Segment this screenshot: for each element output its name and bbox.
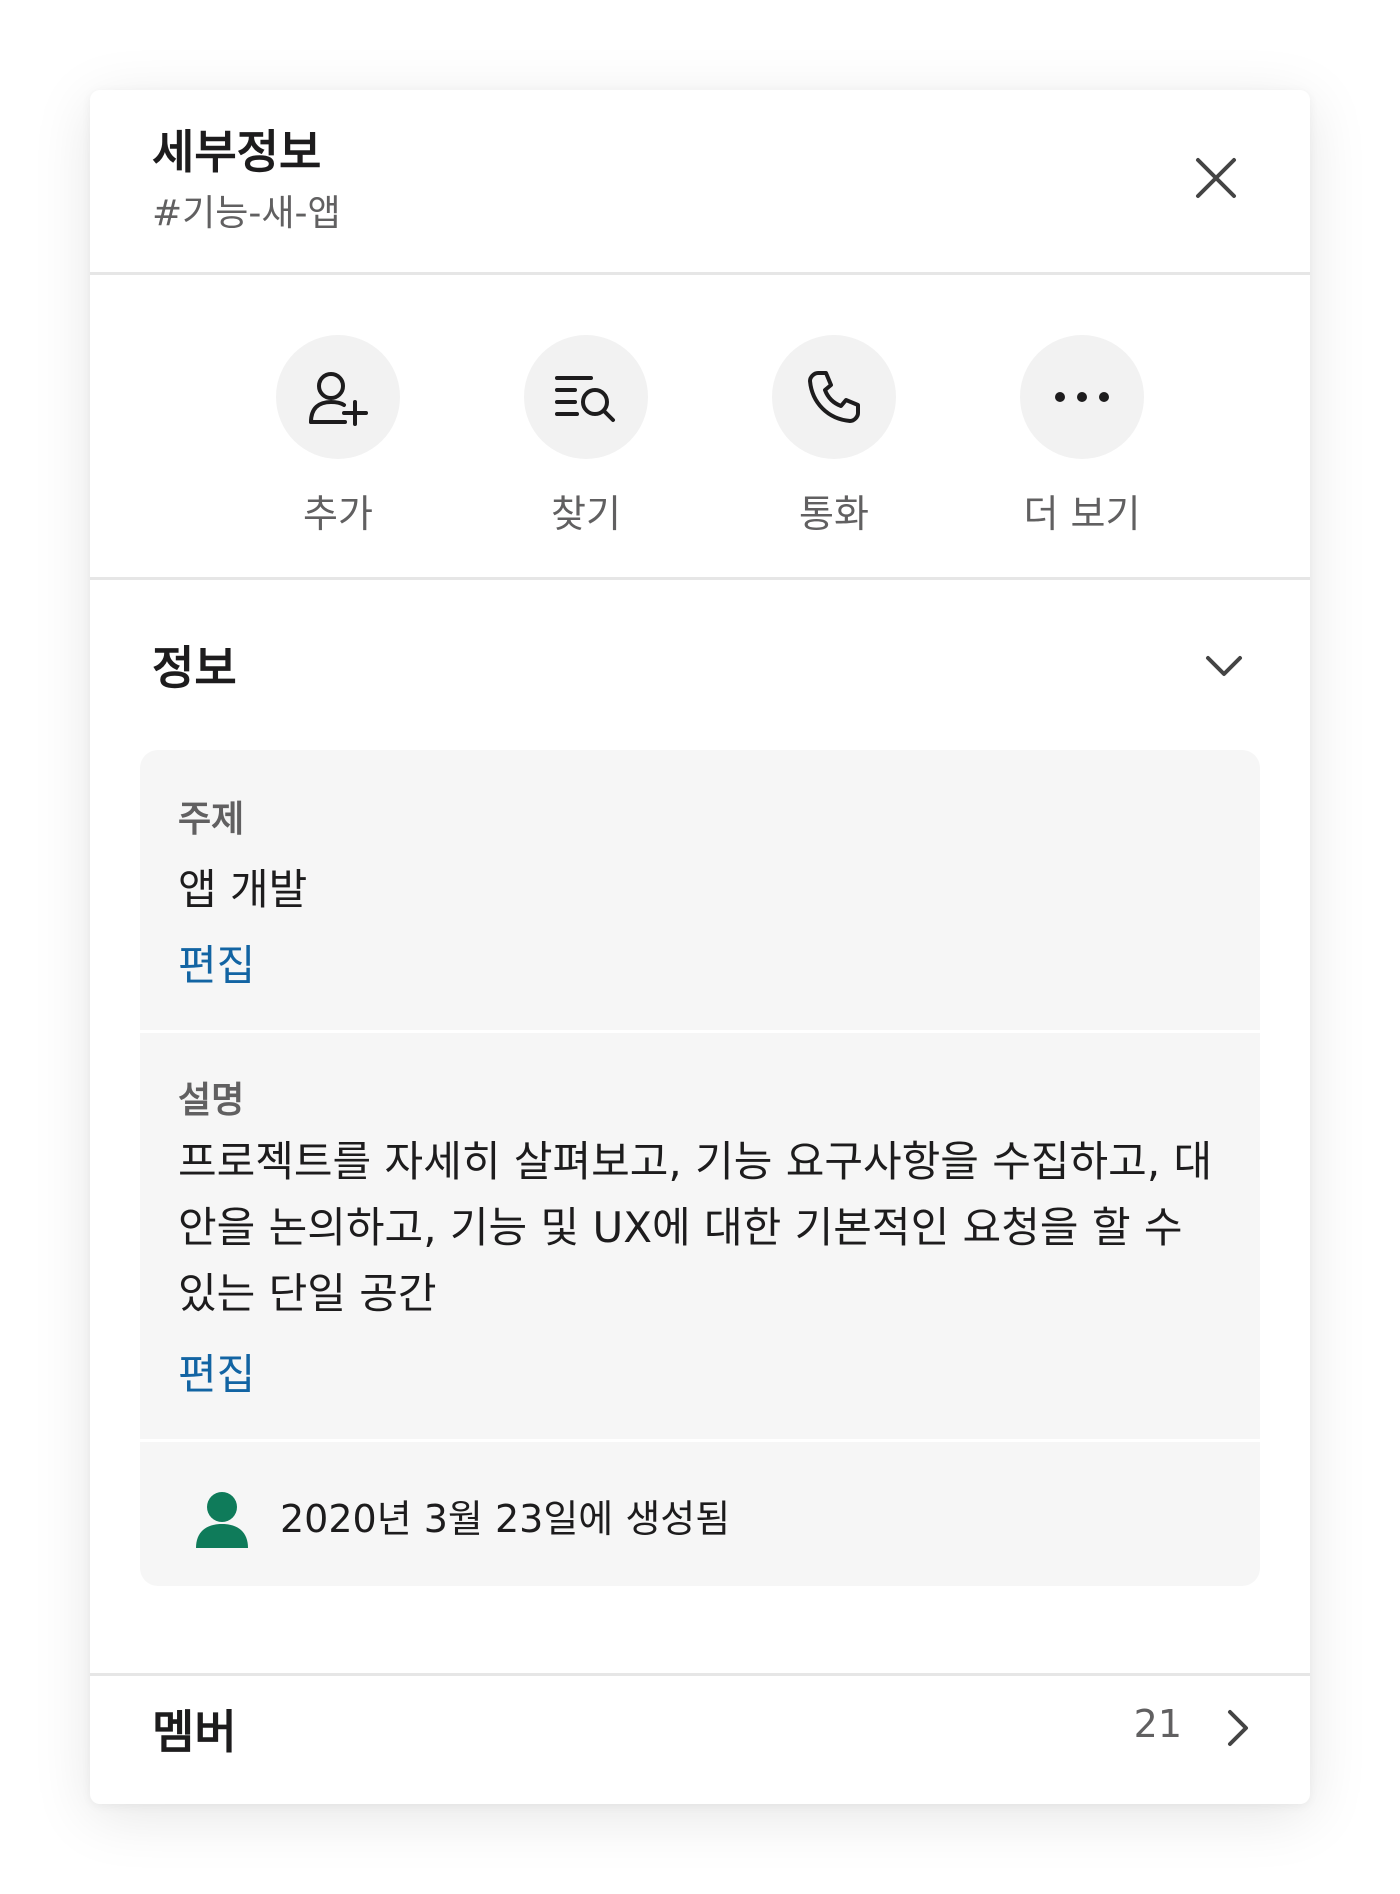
details-panel: 세부정보 #기능-새-앱 추가 찾기 통화 더 보기 정보 주제 앱 개발 편집…: [90, 90, 1310, 1804]
topic-label: 주제: [178, 799, 245, 840]
description-block: 설명 프로젝트를 자세히 살펴보고, 기능 요구사항을 수집하고, 대안을 논의…: [140, 1033, 1260, 1442]
call-button-circle: [772, 335, 896, 459]
info-section-title: 정보: [152, 641, 237, 695]
more-button-circle: [1020, 335, 1144, 459]
description-label: 설명: [178, 1080, 245, 1121]
call-button[interactable]: 통화: [734, 335, 934, 555]
find-label: 찾기: [551, 492, 621, 536]
add-button[interactable]: 추가: [238, 335, 438, 555]
add-button-circle: [276, 335, 400, 459]
description-edit-link[interactable]: 편집: [178, 1341, 255, 1402]
avatar-icon: [196, 1492, 248, 1548]
created-block: 2020년 3월 23일에 생성됨: [140, 1442, 1260, 1586]
add-label: 추가: [303, 492, 373, 536]
topic-value: 앱 개발: [178, 865, 308, 914]
info-card: 주제 앱 개발 편집 설명 프로젝트를 자세히 살펴보고, 기능 요구사항을 수…: [140, 750, 1260, 1586]
panel-header: 세부정보 #기능-새-앱: [90, 90, 1310, 275]
chevron-right-icon: [1228, 1710, 1248, 1746]
members-row[interactable]: 멤버 21: [90, 1673, 1310, 1804]
find-button-circle: [524, 335, 648, 459]
members-title: 멤버: [152, 1705, 237, 1759]
description-value: 프로젝트를 자세히 살펴보고, 기능 요구사항을 수집하고, 대안을 논의하고,…: [178, 1137, 1213, 1318]
more-icon: [1055, 392, 1109, 402]
search-list-icon: [555, 376, 615, 422]
members-chevron: [1216, 1706, 1260, 1750]
add-person-icon: [309, 372, 368, 426]
call-label: 통화: [799, 492, 869, 536]
created-date: 2020년 3월 23일에 생성됨: [280, 1497, 731, 1541]
more-label: 더 보기: [1023, 492, 1141, 536]
members-count: 21: [1133, 1702, 1182, 1746]
action-bar: 추가 찾기 통화 더 보기: [90, 275, 1310, 580]
more-button[interactable]: 더 보기: [982, 335, 1182, 555]
close-button[interactable]: [1176, 138, 1256, 218]
phone-icon: [808, 371, 860, 423]
topic-block: 주제 앱 개발 편집: [140, 750, 1260, 1033]
channel-name: #기능-새-앱: [152, 193, 341, 234]
info-collapse-button[interactable]: [1194, 636, 1254, 696]
topic-edit-link[interactable]: 편집: [178, 932, 255, 993]
panel-title: 세부정보: [152, 125, 322, 179]
chevron-down-icon: [1206, 656, 1242, 676]
close-icon: [1196, 158, 1236, 198]
find-button[interactable]: 찾기: [486, 335, 686, 555]
info-section-toggle[interactable]: 정보: [90, 580, 1310, 744]
